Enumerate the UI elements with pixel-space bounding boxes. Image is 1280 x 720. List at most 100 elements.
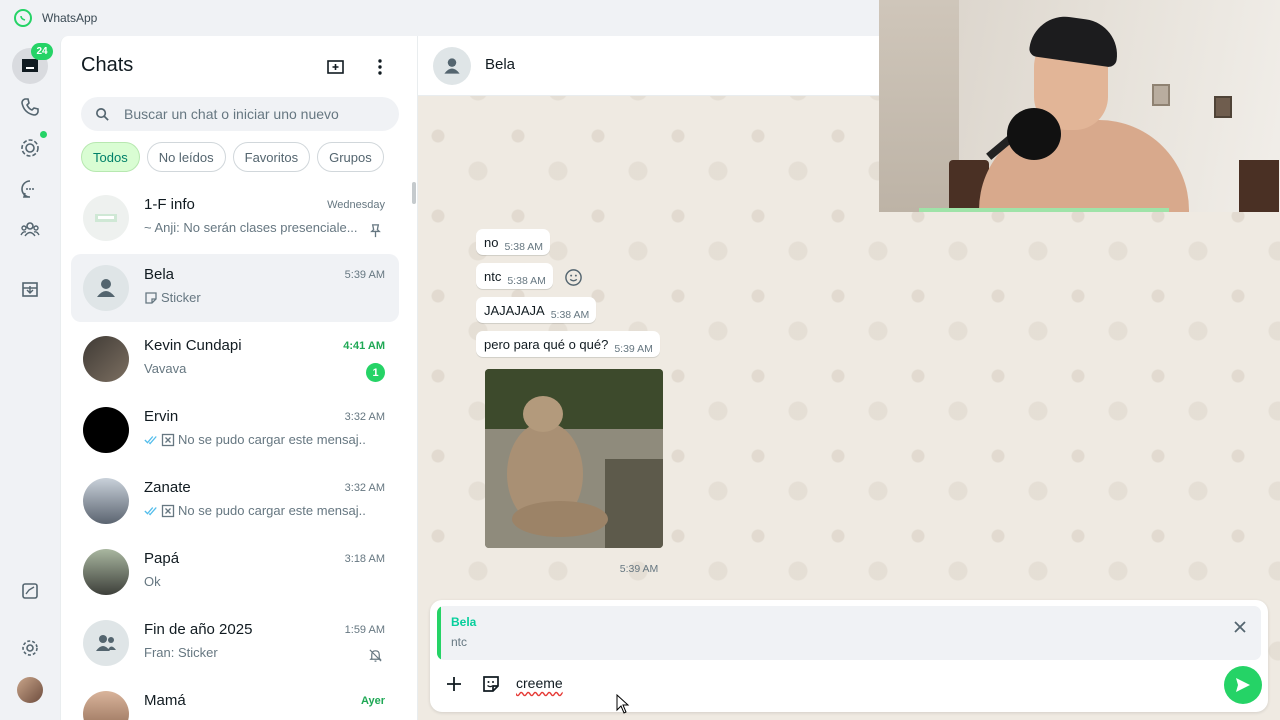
communities-nav-button[interactable] — [12, 212, 48, 248]
chat-preview: Fran: Sticker — [144, 645, 218, 660]
chair — [1239, 160, 1279, 212]
chat-row-ervin[interactable]: Ervin 3:32 AM No se pudo cargar este men… — [71, 396, 399, 464]
person-icon — [444, 58, 460, 74]
media-icon — [22, 583, 38, 599]
person-icon — [97, 279, 115, 297]
smiley-icon — [564, 268, 582, 286]
message-text: no — [484, 235, 499, 250]
reply-text: ntc — [451, 635, 468, 649]
message-bubble[interactable]: JAJAJAJA 5:38 AM — [476, 297, 597, 323]
chat-preview: Vavava — [144, 361, 187, 376]
wall-picture — [1152, 84, 1170, 106]
contact-avatar — [83, 478, 129, 524]
message-text: ntc — [484, 269, 502, 284]
chat-row-kevin-cundapi[interactable]: Kevin Cundapi 4:41 AM Vavava 1 — [71, 325, 399, 393]
menu-button[interactable] — [366, 53, 394, 81]
profile-avatar[interactable] — [17, 677, 43, 703]
chat-preview: No se pudo cargar este mensaj... — [144, 503, 366, 518]
emoji-sticker-icon — [483, 676, 499, 692]
default-avatar — [83, 265, 129, 311]
chat-name: Bela — [144, 266, 175, 283]
chat-time: 1:59 AM — [344, 624, 385, 636]
chat-preview: ~ Anji: No serán clases presenciale... — [144, 220, 358, 235]
double-check-icon — [144, 506, 157, 515]
chat-list-panel: Chats Buscar un chat o iniciar uno nuevo… — [60, 36, 418, 720]
message-composer: Bela ntc creeme — [430, 600, 1268, 712]
microphone — [1007, 108, 1061, 160]
filter-groups[interactable]: Grupos — [317, 142, 384, 172]
filter-chips: Todos No leídos Favoritos Grupos — [81, 142, 384, 172]
group-photo-icon — [95, 214, 117, 222]
sticker-button[interactable] — [477, 670, 505, 698]
calls-nav-button[interactable] — [12, 89, 48, 125]
message-input[interactable]: creeme — [516, 675, 563, 691]
group-icon — [96, 635, 116, 651]
chat-row-papa[interactable]: Papá 3:18 AM Ok — [71, 538, 399, 606]
chat-row-mama[interactable]: Mamá Ayer — [71, 680, 399, 720]
send-button[interactable] — [1224, 666, 1262, 704]
send-icon — [1236, 678, 1250, 692]
chat-row-bela[interactable]: Bela 5:39 AM Sticker — [71, 254, 399, 322]
reply-accent-bar — [437, 606, 441, 660]
default-group-avatar — [83, 620, 129, 666]
message-bubble[interactable]: ntc 5:38 AM — [476, 263, 553, 289]
contact-avatar — [83, 336, 129, 382]
webcam-door — [879, 0, 959, 212]
webcam-overlay — [879, 0, 1280, 212]
message-bubble[interactable]: pero para qué o qué? 5:39 AM — [476, 331, 660, 357]
search-icon — [96, 107, 109, 121]
double-check-icon — [144, 435, 157, 444]
mouse-cursor-icon — [616, 694, 630, 714]
message-text: pero para qué o qué? — [484, 337, 609, 352]
filter-unread[interactable]: No leídos — [146, 142, 226, 172]
contact-avatar — [83, 407, 129, 453]
group-avatar — [83, 195, 129, 241]
chat-time: Ayer — [360, 695, 385, 707]
filter-all[interactable]: Todos — [81, 142, 140, 172]
pin-icon — [370, 224, 381, 238]
new-chat-button[interactable] — [322, 53, 350, 81]
channels-icon — [21, 180, 34, 198]
chats-unread-badge: 24 — [31, 43, 53, 60]
close-reply-button[interactable] — [1226, 613, 1254, 641]
chat-list-scrollbar[interactable] — [412, 182, 416, 204]
chat-time: 4:41 AM — [343, 340, 385, 352]
chat-preview: Sticker — [144, 290, 366, 305]
failed-message-icon — [161, 433, 175, 446]
chat-row-fin-de-ano[interactable]: Fin de año 2025 1:59 AM Fran: Sticker — [71, 609, 399, 677]
webcam-border-glow — [919, 208, 1169, 212]
search-input[interactable]: Buscar un chat o iniciar uno nuevo — [81, 97, 399, 131]
chat-preview: Ok — [144, 574, 161, 589]
image-time: 5:39 AM — [619, 563, 659, 575]
phone-icon — [21, 98, 39, 116]
whatsapp-logo-icon — [14, 9, 32, 27]
reply-author: Bela — [451, 615, 477, 629]
react-emoji-button[interactable] — [562, 266, 584, 288]
failed-message-icon — [161, 504, 175, 517]
chat-preview: No se pudo cargar este mensaj... — [144, 432, 366, 447]
chat-name: Mamá — [144, 692, 186, 709]
filter-favorites[interactable]: Favoritos — [232, 142, 311, 172]
image-message[interactable] — [485, 369, 663, 548]
chat-row-1f-info[interactable]: 1-F info Wednesday ~ Anji: No serán clas… — [71, 184, 399, 252]
chat-row-zanate[interactable]: Zanate 3:32 AM No se pudo cargar este me… — [71, 467, 399, 535]
message-bubble[interactable]: no 5:38 AM — [476, 229, 550, 255]
archived-nav-button[interactable] — [12, 271, 48, 307]
search-placeholder: Buscar un chat o iniciar uno nuevo — [124, 106, 339, 122]
monkey-photo — [485, 369, 663, 548]
chat-name: Zanate — [144, 479, 191, 496]
channels-nav-button[interactable] — [12, 171, 48, 207]
settings-nav-button[interactable] — [12, 630, 48, 666]
reply-preview[interactable]: Bela ntc — [437, 606, 1261, 660]
message-text: JAJAJAJA — [484, 303, 545, 318]
chat-name: Papá — [144, 550, 180, 567]
contact-avatar[interactable] — [433, 47, 471, 85]
chat-name: 1-F info — [144, 196, 195, 213]
attach-button[interactable] — [440, 670, 468, 698]
media-nav-button[interactable] — [12, 573, 48, 609]
chats-title: Chats — [81, 54, 134, 76]
unread-count-badge: 1 — [366, 363, 385, 382]
archive-icon — [22, 282, 38, 297]
chat-time: Wednesday — [327, 199, 385, 211]
message-time: 5:38 AM — [507, 275, 546, 287]
